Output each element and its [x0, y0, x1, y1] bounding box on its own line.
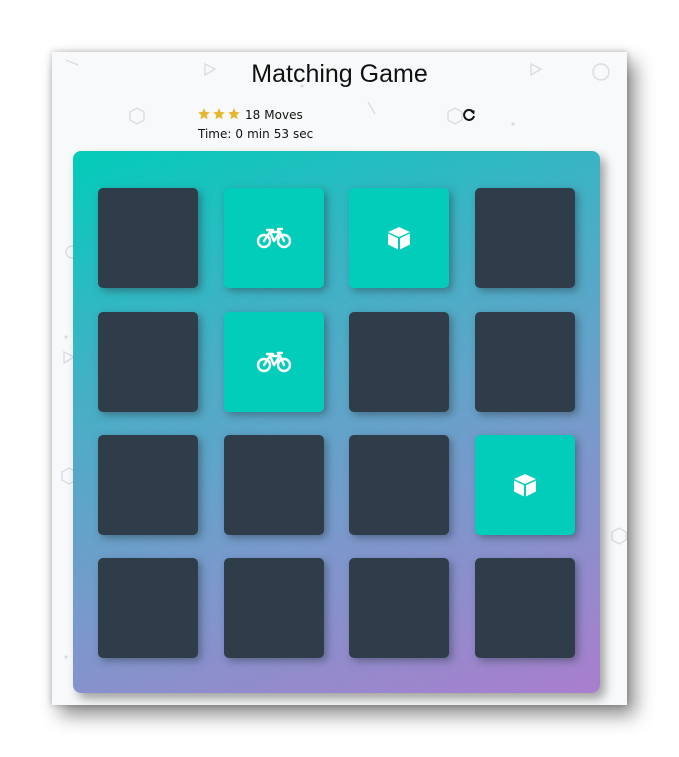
- timer-seconds: 53: [273, 127, 289, 141]
- cube-icon: [388, 227, 410, 250]
- card-face-down[interactable]: [224, 435, 324, 535]
- card-face-down[interactable]: [349, 312, 449, 412]
- timer-sec-unit: sec: [292, 127, 314, 141]
- card-cube[interactable]: [475, 435, 575, 535]
- timer-minutes: 0: [235, 127, 244, 141]
- card-bicycle[interactable]: [224, 312, 324, 412]
- card-face-down[interactable]: [98, 188, 198, 288]
- card-face-down[interactable]: [475, 312, 575, 412]
- card-cube[interactable]: [349, 188, 449, 288]
- card-deck: [73, 151, 600, 693]
- moves-counter: 18 Moves: [245, 107, 303, 123]
- cube-icon: [514, 474, 536, 497]
- card-bicycle[interactable]: [224, 188, 324, 288]
- page-title: Matching Game: [251, 60, 428, 88]
- card-face-down[interactable]: [349, 558, 449, 658]
- star-rating: [197, 107, 241, 123]
- card-face-down[interactable]: [98, 558, 198, 658]
- card-face-down[interactable]: [475, 558, 575, 658]
- card-face-down[interactable]: [349, 435, 449, 535]
- timer-label: Time:: [198, 127, 232, 141]
- moves-label: Moves: [264, 108, 303, 122]
- card-face-down[interactable]: [98, 435, 198, 535]
- timer-min-unit: min: [247, 127, 270, 141]
- timer: Time: 0 min 53 sec: [198, 126, 313, 142]
- moves-count: 18: [245, 108, 261, 122]
- star-icon: [213, 108, 225, 120]
- star-icon: [228, 108, 240, 120]
- star-icon: [198, 108, 210, 120]
- card-face-down[interactable]: [475, 188, 575, 288]
- card-face-down[interactable]: [224, 558, 324, 658]
- restart-icon[interactable]: [461, 107, 477, 123]
- game-window: Matching Game 18 Moves Time: 0 min 53 se…: [52, 52, 627, 705]
- bicycle-icon: [256, 227, 292, 249]
- bicycle-icon: [256, 351, 292, 373]
- card-face-down[interactable]: [98, 312, 198, 412]
